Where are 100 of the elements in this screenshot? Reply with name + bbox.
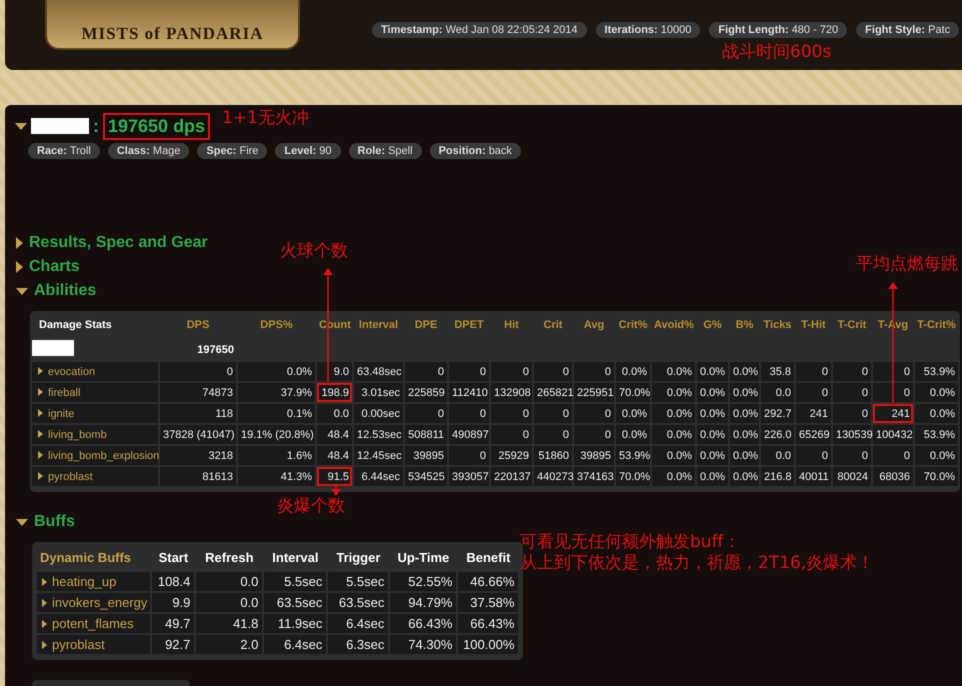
table-cell: 0 [573, 424, 615, 445]
table-cell: 0.0 [195, 592, 264, 613]
table-cell: 49.7 [151, 613, 196, 634]
toggle-triangle-icon[interactable] [16, 237, 23, 249]
table-cell: 0 [533, 424, 573, 445]
column-header: Damage Stats [38, 318, 113, 333]
table-cell: 70.0% [615, 466, 651, 487]
table-cell: 220137 [490, 466, 533, 487]
table-cell: 65269 [795, 424, 832, 445]
table-cell: 216.8 [760, 466, 795, 487]
annotation-note: 可看见无任何额外触发buff： 从上到下依次是，热力，祈愿，2T16,炎爆术！ [520, 532, 874, 574]
table-cell: 19.1% (20.8%) [237, 424, 316, 445]
column-header: DPE [414, 318, 438, 333]
table-cell: 0.0% [615, 403, 651, 424]
section-title[interactable]: Charts [29, 258, 80, 276]
table-cell: 3218 [159, 445, 237, 466]
info-badge: Class: Mage [108, 143, 190, 159]
table-cell: 0.0% [651, 403, 696, 424]
table-cell: 0.0% [651, 424, 696, 445]
table-cell: 0.0% [696, 424, 729, 445]
table-cell: 53.9% [914, 361, 959, 382]
table-cell: 2.0 [195, 634, 264, 655]
table-cell: 0 [872, 445, 914, 466]
toggle-triangle-icon[interactable] [16, 261, 23, 273]
table-cell: 0 [573, 403, 615, 424]
table-cell: 48.4 [316, 445, 353, 466]
table-cell: 0.00sec [353, 403, 404, 424]
table-cell: 490897 [448, 424, 490, 445]
table-cell: 52.55% [389, 571, 458, 592]
toggle-triangle-icon[interactable] [16, 288, 28, 294]
table-cell: 68036 [872, 466, 914, 487]
table-cell: 0.0 [760, 445, 795, 466]
info-badge: Fight Length: 480 - 720 [709, 22, 848, 38]
table-cell: 74873 [159, 382, 237, 403]
column-header: DPS% [259, 318, 294, 333]
table-cell: 374163 [573, 466, 615, 487]
info-badge: Iterations: 10000 [596, 22, 700, 38]
column-header: B% [734, 318, 754, 333]
ability-name[interactable]: living_bomb_explosion [31, 445, 159, 466]
table-cell: 0 [573, 361, 615, 382]
column-header: Avg [582, 318, 606, 333]
separator-text: : [93, 116, 99, 136]
buff-name[interactable]: heating_up [36, 571, 152, 592]
annotation-note: 1+1无火冲 [222, 108, 309, 129]
column-header: Interval [358, 318, 400, 333]
column-header: Dynamic Buffs [39, 548, 132, 567]
toggle-triangle-icon[interactable] [16, 518, 28, 526]
ability-name[interactable]: evocation [31, 361, 159, 382]
table-cell: 6.44sec [353, 466, 404, 487]
buff-name[interactable]: potent_flames [36, 613, 152, 634]
table-cell: 0.0% [729, 361, 760, 382]
table-cell: 0 [533, 361, 573, 382]
ability-name[interactable]: fireball [31, 382, 159, 403]
table-cell: 41.8 [195, 613, 264, 634]
ability-name[interactable]: ignite [31, 403, 159, 424]
table-cell: 198.9 [316, 382, 353, 403]
section-title[interactable]: Abilities [34, 282, 96, 300]
table-cell: 0.0% [651, 466, 696, 487]
info-badge: Spec: Fire [197, 143, 268, 159]
table-cell: 0.0% [615, 361, 651, 382]
table-cell: 108.4 [151, 571, 196, 592]
table-cell: 1.6% [237, 445, 316, 466]
table-cell: 393057 [448, 466, 490, 487]
table-cell: 0.0% [729, 445, 760, 466]
column-header: Crit [542, 318, 564, 333]
table-cell: 0.1% [237, 403, 316, 424]
buff-name[interactable]: invokers_energy [36, 592, 152, 613]
table-cell: 6.3sec [327, 634, 390, 655]
table-cell: 0 [872, 382, 914, 403]
column-header: Benefit [465, 548, 512, 566]
table-cell: 6.4sec [327, 613, 390, 634]
table-cell: 0 [832, 361, 872, 382]
table-cell: 81613 [159, 466, 237, 487]
redacted-block [32, 340, 74, 356]
table-cell: 0 [159, 361, 237, 382]
table-cell: 40011 [795, 466, 832, 487]
table-cell: 226.0 [760, 424, 795, 445]
table-cell: 225951 [573, 382, 615, 403]
table-cell: 0.0% [729, 403, 760, 424]
column-header: T-Crit% [916, 318, 957, 333]
table-cell: 39895 [573, 445, 615, 466]
table-cell: 12.45sec [353, 445, 404, 466]
ability-name[interactable]: pyroblast [31, 466, 159, 487]
table-cell: 0 [832, 445, 872, 466]
table-cell: 80024 [832, 466, 872, 487]
table-cell: 0 [832, 382, 872, 403]
table-cell: 0.0 [760, 382, 795, 403]
table-cell: 74.30% [389, 634, 458, 655]
buff-name[interactable]: pyroblast [36, 634, 152, 655]
table-cell: 9.0 [316, 361, 353, 382]
annotation-note: 战斗时间600s [722, 42, 832, 63]
column-header: Avoid% [653, 318, 695, 333]
table-cell: 0.0% [696, 361, 729, 382]
section-title[interactable]: Buffs [34, 513, 75, 531]
table-cell: 440273 [533, 466, 573, 487]
ability-name[interactable]: living_bomb [31, 424, 159, 445]
section-title[interactable]: Results, Spec and Gear [29, 234, 208, 252]
table-cell: 37.9% [237, 382, 316, 403]
table-cell: 5.5sec [327, 571, 390, 592]
table-cell: 70.0% [914, 466, 959, 487]
